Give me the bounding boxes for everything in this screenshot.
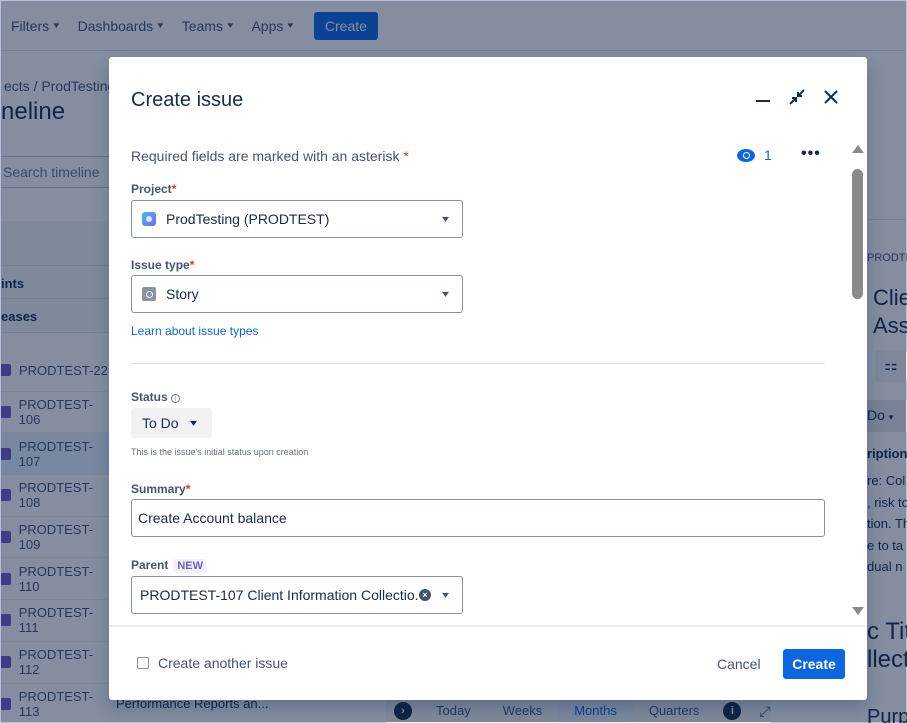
scrollbar-thumb[interactable] bbox=[852, 169, 863, 299]
watchers-button[interactable]: 1 bbox=[737, 147, 772, 163]
project-value: ProdTesting (PRODTEST) bbox=[166, 211, 330, 227]
eye-icon bbox=[737, 148, 755, 162]
label-text: Parent bbox=[131, 558, 169, 572]
required-fields-note: Required fields are marked with an aster… bbox=[131, 148, 409, 164]
status-value: To Do bbox=[142, 415, 179, 431]
clear-icon[interactable]: × bbox=[418, 589, 431, 601]
dialog-header-actions bbox=[753, 87, 841, 107]
dialog-body: Required fields are marked with an aster… bbox=[109, 137, 849, 624]
project-select[interactable]: ProdTesting (PRODTEST) ▾ bbox=[131, 200, 463, 238]
chevron-down-icon: ▾ bbox=[441, 288, 450, 300]
issue-type-label: Issue type* bbox=[131, 258, 194, 272]
create-another-checkbox[interactable]: Create another issue bbox=[137, 655, 288, 671]
minimize-icon[interactable] bbox=[753, 87, 773, 107]
issue-type-select[interactable]: Story ▾ bbox=[131, 275, 463, 313]
summary-label: Summary* bbox=[131, 482, 190, 496]
status-dropdown[interactable]: To Do ▾ bbox=[131, 408, 212, 438]
collapse-icon[interactable] bbox=[787, 87, 807, 107]
cancel-button[interactable]: Cancel bbox=[706, 649, 772, 681]
more-actions-icon[interactable]: ••• bbox=[801, 145, 821, 163]
scroll-up-arrow-icon[interactable] bbox=[852, 145, 864, 153]
issue-type-value: Story bbox=[166, 286, 199, 302]
status-label: Status i bbox=[131, 390, 180, 404]
info-icon[interactable]: i bbox=[170, 394, 180, 403]
create-another-label: Create another issue bbox=[158, 655, 288, 671]
status-help-text: This is the issue's initial status upon … bbox=[131, 447, 309, 457]
project-label: Project* bbox=[131, 182, 176, 196]
required-asterisk: * bbox=[403, 148, 409, 164]
create-button[interactable]: Create bbox=[783, 649, 845, 679]
close-icon[interactable] bbox=[821, 87, 841, 107]
chevron-down-icon: ▾ bbox=[189, 417, 197, 429]
story-icon bbox=[142, 287, 156, 301]
learn-issue-types-link[interactable]: Learn about issue types bbox=[131, 324, 258, 338]
dialog-title: Create issue bbox=[131, 89, 244, 111]
label-text: Summary bbox=[131, 482, 186, 496]
parent-label: Parent NEW bbox=[131, 558, 208, 573]
required-asterisk: * bbox=[171, 182, 177, 196]
divider bbox=[131, 363, 825, 364]
project-avatar-icon bbox=[142, 212, 156, 226]
checkbox-box[interactable] bbox=[137, 657, 149, 669]
label-text: Status bbox=[131, 390, 168, 404]
label-text: Project bbox=[131, 182, 172, 196]
parent-value: PRODTEST-107 Client Information Collecti… bbox=[140, 587, 419, 603]
chevron-down-icon: ▾ bbox=[441, 589, 450, 601]
required-asterisk: * bbox=[189, 258, 195, 272]
new-badge: NEW bbox=[173, 559, 208, 573]
scroll-down-arrow-icon[interactable] bbox=[852, 607, 864, 615]
create-issue-dialog: Create issue Required fields are marked … bbox=[109, 57, 867, 700]
parent-select[interactable]: PRODTEST-107 Client Information Collecti… bbox=[131, 576, 463, 614]
watchers-count: 1 bbox=[764, 147, 772, 163]
required-asterisk: * bbox=[185, 482, 191, 496]
required-note-text: Required fields are marked with an aster… bbox=[131, 148, 400, 164]
chevron-down-icon: ▾ bbox=[441, 213, 450, 225]
dialog-scrollbar[interactable] bbox=[849, 145, 866, 615]
summary-input[interactable]: Create Account balance bbox=[131, 499, 825, 537]
label-text: Issue type bbox=[131, 258, 190, 272]
dialog-footer: Create another issue Cancel Create bbox=[109, 625, 867, 700]
